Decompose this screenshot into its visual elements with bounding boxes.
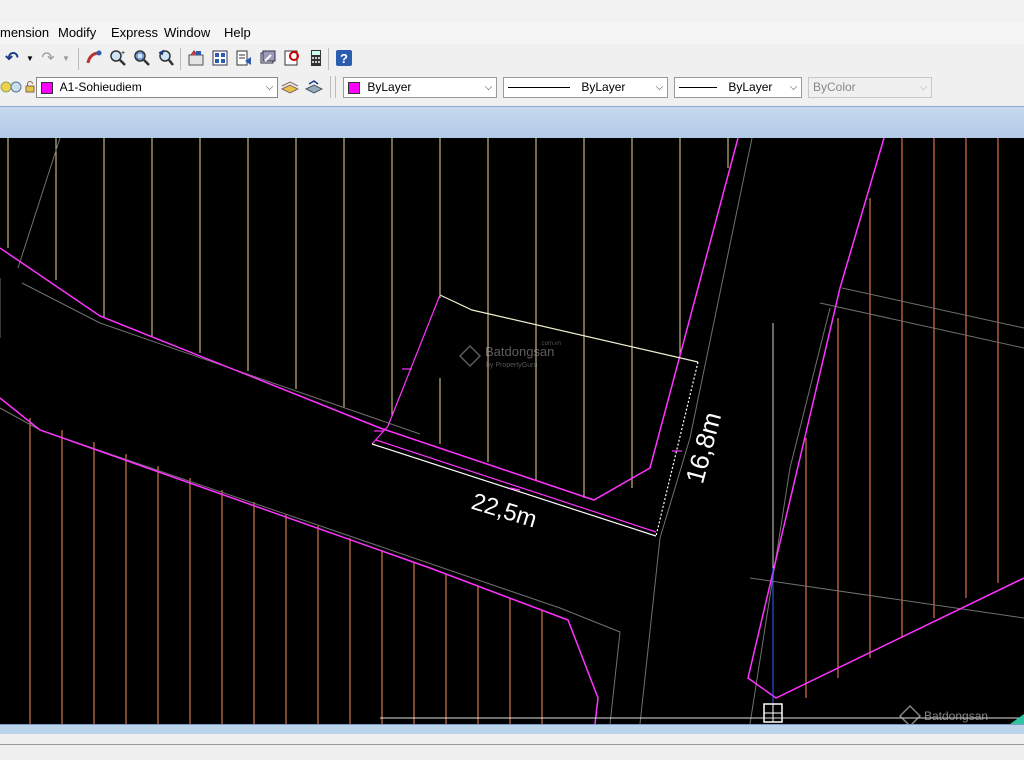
hatch-lower-left [29, 418, 543, 724]
menu-dimension[interactable]: mension [0, 25, 49, 40]
corner-marker [1010, 714, 1024, 724]
watermark-domain: .com.vn [540, 341, 561, 347]
zoom-previous-icon[interactable] [156, 48, 176, 68]
drawing-canvas[interactable]: 22,5m 16,8m Batdongsan by PropertyGuru .… [0, 138, 1024, 724]
layers-properties-toolbar: A1-Sohieudiem ⌵ ByLayer ⌵ ByLayer ⌵ ByLa… [0, 74, 1024, 102]
linetype-value: ByLayer [581, 80, 626, 94]
linetype-preview [508, 87, 570, 89]
drawing-title-bar [0, 106, 1024, 139]
make-current-layer-icon[interactable] [280, 78, 300, 98]
svg-text:?: ? [340, 51, 348, 66]
redo-dropdown-icon[interactable]: ▼ [60, 48, 72, 68]
watermark-subtext: by PropertyGuru [486, 362, 537, 369]
standard-toolbar: ↶ ▼ ↷ ▼ + ? [0, 44, 1024, 74]
menu-express[interactable]: Express [111, 25, 158, 40]
title-strip [0, 0, 1024, 22]
layer-name: A1-Sohieudiem [59, 80, 142, 94]
hatch-right [805, 138, 999, 698]
chevron-down-icon: ⌵ [484, 82, 493, 93]
menu-help[interactable]: Help [224, 25, 251, 40]
zoom-window-icon[interactable] [132, 48, 152, 68]
zoom-realtime-icon[interactable]: + [108, 48, 128, 68]
chevron-down-icon: ⌵ [919, 82, 928, 93]
cad-drawing: 22,5m 16,8m Batdongsan by PropertyGuru .… [0, 138, 1024, 724]
properties-icon[interactable] [186, 48, 206, 68]
pan-icon[interactable] [84, 48, 104, 68]
markup-icon[interactable] [282, 48, 302, 68]
undo-icon[interactable]: ↶ [2, 48, 22, 68]
color-swatch [348, 81, 360, 94]
plotstyle-value: ByColor [813, 80, 856, 94]
selected-lot [371, 294, 699, 537]
chevron-down-icon: ⌵ [789, 82, 798, 93]
chevron-down-icon: ⌵ [655, 82, 664, 93]
menu-window[interactable]: Window [164, 25, 210, 40]
svg-text:+: + [121, 50, 125, 57]
menu-bar: mension Modify Express Window Help [0, 22, 1024, 44]
status-area [0, 724, 1024, 760]
lineweight-dropdown[interactable]: ByLayer ⌵ [674, 77, 802, 98]
help-icon[interactable]: ? [334, 48, 354, 68]
layer-dropdown[interactable]: A1-Sohieudiem ⌵ [36, 77, 278, 98]
design-center-icon[interactable] [210, 48, 230, 68]
linetype-dropdown[interactable]: ByLayer ⌵ [503, 77, 668, 98]
lineweight-value: ByLayer [728, 80, 773, 94]
lineweight-preview [679, 87, 717, 89]
layer-color-swatch [41, 81, 53, 94]
layout-tabs-bar [0, 724, 1024, 734]
watermark-corner: Batdongsan [898, 704, 988, 724]
chevron-down-icon: ⌵ [265, 82, 274, 93]
color-dropdown[interactable]: ByLayer ⌵ [343, 77, 497, 98]
undo-dropdown-icon[interactable]: ▼ [24, 48, 36, 68]
watermark: Batdongsan by PropertyGuru .com.vn [458, 341, 561, 369]
watermark-corner-text: Batdongsan [924, 709, 988, 723]
sheet-set-icon[interactable] [258, 48, 278, 68]
quickcalc-icon[interactable] [306, 48, 326, 68]
color-value: ByLayer [367, 80, 412, 94]
plotstyle-dropdown: ByColor ⌵ [808, 77, 932, 98]
menu-modify[interactable]: Modify [58, 25, 96, 40]
tool-palettes-icon[interactable] [234, 48, 254, 68]
hatch-upper-left [7, 138, 729, 498]
redo-icon[interactable]: ↷ [38, 48, 58, 68]
layer-previous-icon[interactable] [304, 78, 324, 98]
